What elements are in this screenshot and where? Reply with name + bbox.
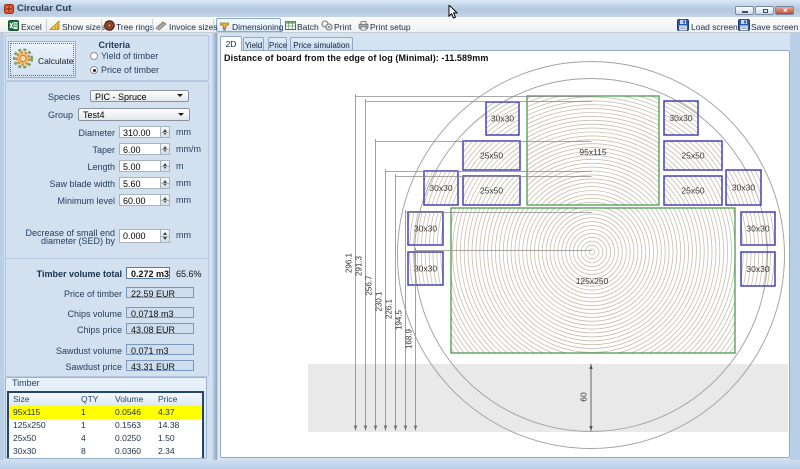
svg-text:30x30: 30x30 — [746, 264, 769, 274]
svg-text:60: 60 — [579, 392, 589, 402]
svg-text:125x250: 125x250 — [576, 276, 609, 286]
svg-text:168.9: 168.9 — [405, 328, 414, 349]
svg-text:25x50: 25x50 — [681, 186, 704, 196]
svg-text:256.7: 256.7 — [365, 275, 374, 296]
svg-text:230.1: 230.1 — [375, 291, 384, 312]
svg-text:30x30: 30x30 — [732, 183, 755, 193]
svg-text:25x50: 25x50 — [480, 186, 503, 196]
svg-text:25x50: 25x50 — [681, 151, 704, 161]
svg-text:194.5: 194.5 — [395, 309, 404, 330]
svg-text:25x50: 25x50 — [480, 151, 503, 161]
svg-text:291.3: 291.3 — [355, 255, 364, 276]
svg-text:30x30: 30x30 — [414, 224, 437, 234]
svg-text:30x30: 30x30 — [414, 264, 437, 274]
svg-text:30x30: 30x30 — [746, 224, 769, 234]
svg-text:30x30: 30x30 — [491, 114, 514, 124]
svg-text:296.1: 296.1 — [345, 252, 354, 273]
svg-text:95x115: 95x115 — [579, 147, 607, 157]
svg-text:30x30: 30x30 — [669, 113, 692, 123]
svg-text:226.1: 226.1 — [385, 298, 394, 319]
svg-text:30x30: 30x30 — [429, 183, 452, 193]
